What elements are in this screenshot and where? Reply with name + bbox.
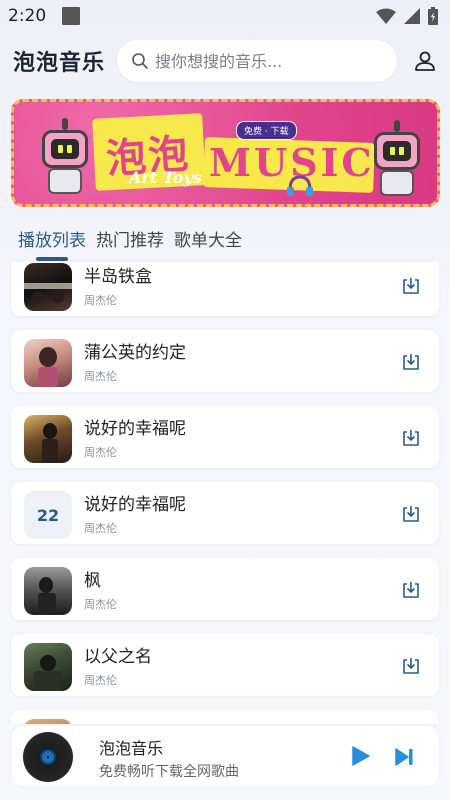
play-icon[interactable] <box>349 745 371 767</box>
download-icon[interactable] <box>401 276 421 296</box>
vinyl-disc-icon <box>23 732 73 782</box>
battery-icon <box>428 7 438 25</box>
download-icon[interactable] <box>401 504 421 524</box>
banner-tag: 免费 · 下载 <box>236 121 297 140</box>
status-icons <box>376 7 438 25</box>
list-item[interactable]: 说好的幸福呢 周杰伦 <box>11 406 439 468</box>
search-bar[interactable] <box>117 40 397 82</box>
search-input[interactable] <box>155 51 385 71</box>
wifi-icon <box>376 8 396 24</box>
category-tabs: 播放列表 热门推荐 歌单大全 <box>18 226 242 261</box>
album-cover <box>24 339 72 387</box>
list-item[interactable]: 半岛铁盒 周杰伦 <box>11 262 439 316</box>
song-artist: 周杰伦 <box>84 294 117 307</box>
list-item[interactable]: 以父之名 周杰伦 <box>11 634 439 696</box>
song-title: 以父之名 <box>84 647 152 667</box>
song-list: 半岛铁盒 周杰伦 蒲公英的约定 周杰伦 说好的幸福呢 周杰伦 22 说好的幸福呢… <box>0 262 450 724</box>
album-cover-placeholder: 22 <box>24 491 72 539</box>
list-item[interactable]: 22 说好的幸福呢 周杰伦 <box>11 482 439 544</box>
promo-banner[interactable]: 泡泡 MUSIC 免费 · 下载 Art Toys <box>11 99 440 207</box>
album-cover <box>24 719 72 724</box>
download-icon[interactable] <box>401 580 421 600</box>
banner-script-text: Art Toys <box>129 168 202 187</box>
player-subtitle: 免费畅听下载全网歌曲 <box>99 764 239 780</box>
download-icon[interactable] <box>401 428 421 448</box>
search-icon <box>132 53 148 69</box>
album-cover <box>24 415 72 463</box>
download-icon[interactable] <box>401 352 421 372</box>
song-artist: 周杰伦 <box>84 522 117 535</box>
download-icon[interactable] <box>401 656 421 676</box>
song-title: 半岛铁盒 <box>84 267 152 287</box>
tab-playlist-collection[interactable]: 歌单大全 <box>174 226 242 261</box>
notification-icon <box>62 7 81 25</box>
album-cover <box>24 263 72 311</box>
signal-icon <box>404 8 420 24</box>
song-title: 说好的幸福呢 <box>84 495 186 515</box>
song-title: 说好的幸福呢 <box>84 419 186 439</box>
list-item[interactable]: 枫 周杰伦 <box>11 558 439 620</box>
song-title: 枫 <box>84 571 101 591</box>
status-bar: 2:20 <box>0 0 450 32</box>
tab-playlist[interactable]: 播放列表 <box>18 226 86 261</box>
song-artist: 周杰伦 <box>84 370 117 383</box>
user-profile-button[interactable] <box>410 46 440 76</box>
tab-hot-recommend[interactable]: 热门推荐 <box>96 226 164 261</box>
robot-right-illustration <box>366 118 428 198</box>
album-cover <box>24 643 72 691</box>
cover-number: 22 <box>36 505 60 525</box>
song-artist: 周杰伦 <box>84 674 117 687</box>
mini-player[interactable]: 泡泡音乐 免费畅听下载全网歌曲 <box>11 726 439 786</box>
status-time: 2:20 <box>8 6 47 26</box>
header: 泡泡音乐 <box>0 38 450 84</box>
song-artist: 周杰伦 <box>84 446 117 459</box>
list-item[interactable]: 蒲公英的约定 周杰伦 <box>11 330 439 392</box>
user-icon <box>415 51 435 71</box>
skip-next-icon[interactable] <box>393 746 415 768</box>
headphones-illustration <box>287 175 313 196</box>
list-item[interactable] <box>11 710 439 724</box>
app-title: 泡泡音乐 <box>13 51 106 76</box>
album-cover <box>24 567 72 615</box>
player-title: 泡泡音乐 <box>99 739 164 758</box>
robot-left-illustration <box>34 116 96 196</box>
song-artist: 周杰伦 <box>84 598 117 611</box>
song-title: 蒲公英的约定 <box>84 343 186 363</box>
